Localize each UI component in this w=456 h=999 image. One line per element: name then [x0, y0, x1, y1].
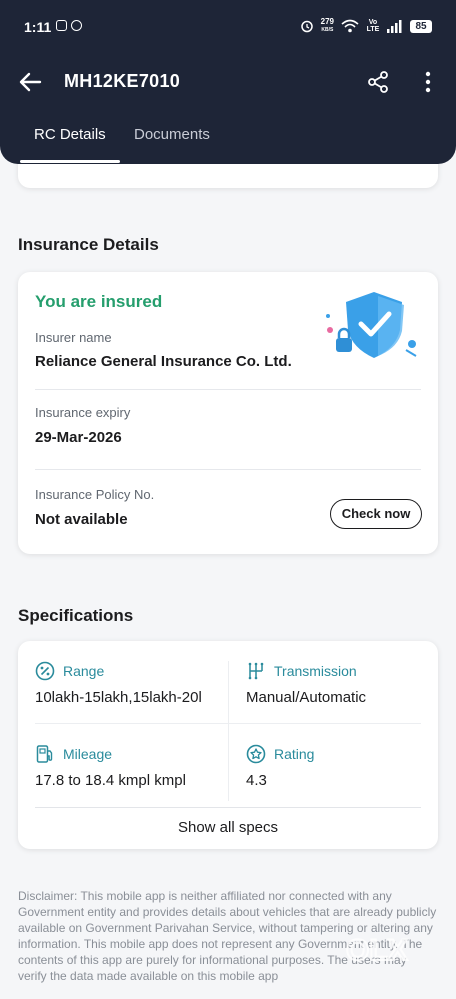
policy-number-label: Insurance Policy No. — [35, 487, 155, 502]
app-header: 1:11 279 KB/S Vo LTE 85 MH12KE7010 RC De… — [0, 0, 456, 164]
insurance-status: You are insured — [35, 292, 163, 311]
insurance-card: You are insured Insurer name Reliance Ge… — [18, 272, 438, 554]
insurance-expiry-label: Insurance expiry — [35, 405, 131, 420]
olx-watermark: OLX — [345, 933, 409, 968]
more-vertical-icon[interactable] — [418, 70, 438, 94]
network-speed: 279 KB/S — [320, 17, 334, 34]
gearbox-icon — [248, 662, 264, 680]
fuel-pump-icon — [36, 745, 53, 763]
back-arrow-icon[interactable] — [18, 70, 44, 94]
divider — [35, 389, 421, 390]
insurance-expiry-value: 29-Mar-2026 — [35, 429, 122, 446]
spec-label: Range — [63, 663, 105, 679]
shield-check-icon — [326, 292, 417, 358]
status-bar: 1:11 279 KB/S Vo LTE 85 — [0, 16, 456, 40]
share-icon[interactable] — [366, 70, 390, 94]
insurer-name-value: Reliance General Insurance Co. Ltd. — [35, 353, 292, 370]
signal-icon — [387, 19, 402, 33]
active-tab-indicator — [20, 160, 120, 163]
insurance-section-title: Insurance Details — [18, 235, 159, 254]
spec-mileage: Mileage 17.8 to 18.4 kmpl kmpl — [35, 744, 225, 804]
vehicle-number-title: MH12KE7010 — [64, 71, 181, 91]
spec-label: Mileage — [63, 746, 113, 762]
tab-rc-details[interactable]: RC Details — [34, 126, 106, 143]
status-right-icons: 279 KB/S Vo LTE 85 — [300, 18, 432, 34]
svg-text:OLX: OLX — [346, 934, 408, 967]
battery-icon: 85 — [410, 19, 432, 33]
specifications-section-title: Specifications — [18, 606, 134, 625]
app-bar: MH12KE7010 — [0, 62, 456, 102]
percent-icon — [35, 661, 55, 681]
volte-indicator: Vo LTE — [366, 19, 380, 33]
vertical-divider — [228, 661, 229, 801]
tab-documents[interactable]: Documents — [134, 126, 210, 143]
status-time: 1:11 — [24, 19, 52, 35]
spec-value: Manual/Automatic — [246, 689, 367, 706]
alarm-icon — [300, 20, 313, 33]
spec-range: Range 10lakh-15lakh,15lakh-20l — [35, 661, 225, 721]
spec-transmission: Transmission Manual/Automatic — [246, 661, 436, 721]
check-now-button[interactable]: Check now — [330, 499, 422, 529]
instagram-icon — [56, 20, 67, 31]
spec-value: 17.8 to 18.4 kmpl kmpl — [35, 772, 186, 789]
show-all-specs-button[interactable]: Show all specs — [18, 819, 438, 836]
divider — [35, 807, 421, 808]
divider — [35, 723, 421, 724]
spec-label: Transmission — [274, 663, 357, 679]
insurer-name-label: Insurer name — [35, 330, 112, 345]
spec-value: 4.3 — [246, 772, 267, 789]
whatsapp-icon — [71, 20, 82, 31]
star-badge-icon — [246, 744, 266, 764]
divider — [35, 469, 421, 470]
specifications-card: Range 10lakh-15lakh,15lakh-20l Transmiss… — [18, 641, 438, 849]
spec-value: 10lakh-15lakh,15lakh-20l — [35, 689, 202, 706]
tab-bar: RC Details Documents — [0, 126, 456, 164]
wifi-icon — [341, 19, 359, 33]
policy-number-value: Not available — [35, 511, 128, 528]
spec-rating: Rating 4.3 — [246, 744, 436, 804]
notification-icons — [56, 20, 82, 31]
spec-label: Rating — [274, 746, 315, 762]
